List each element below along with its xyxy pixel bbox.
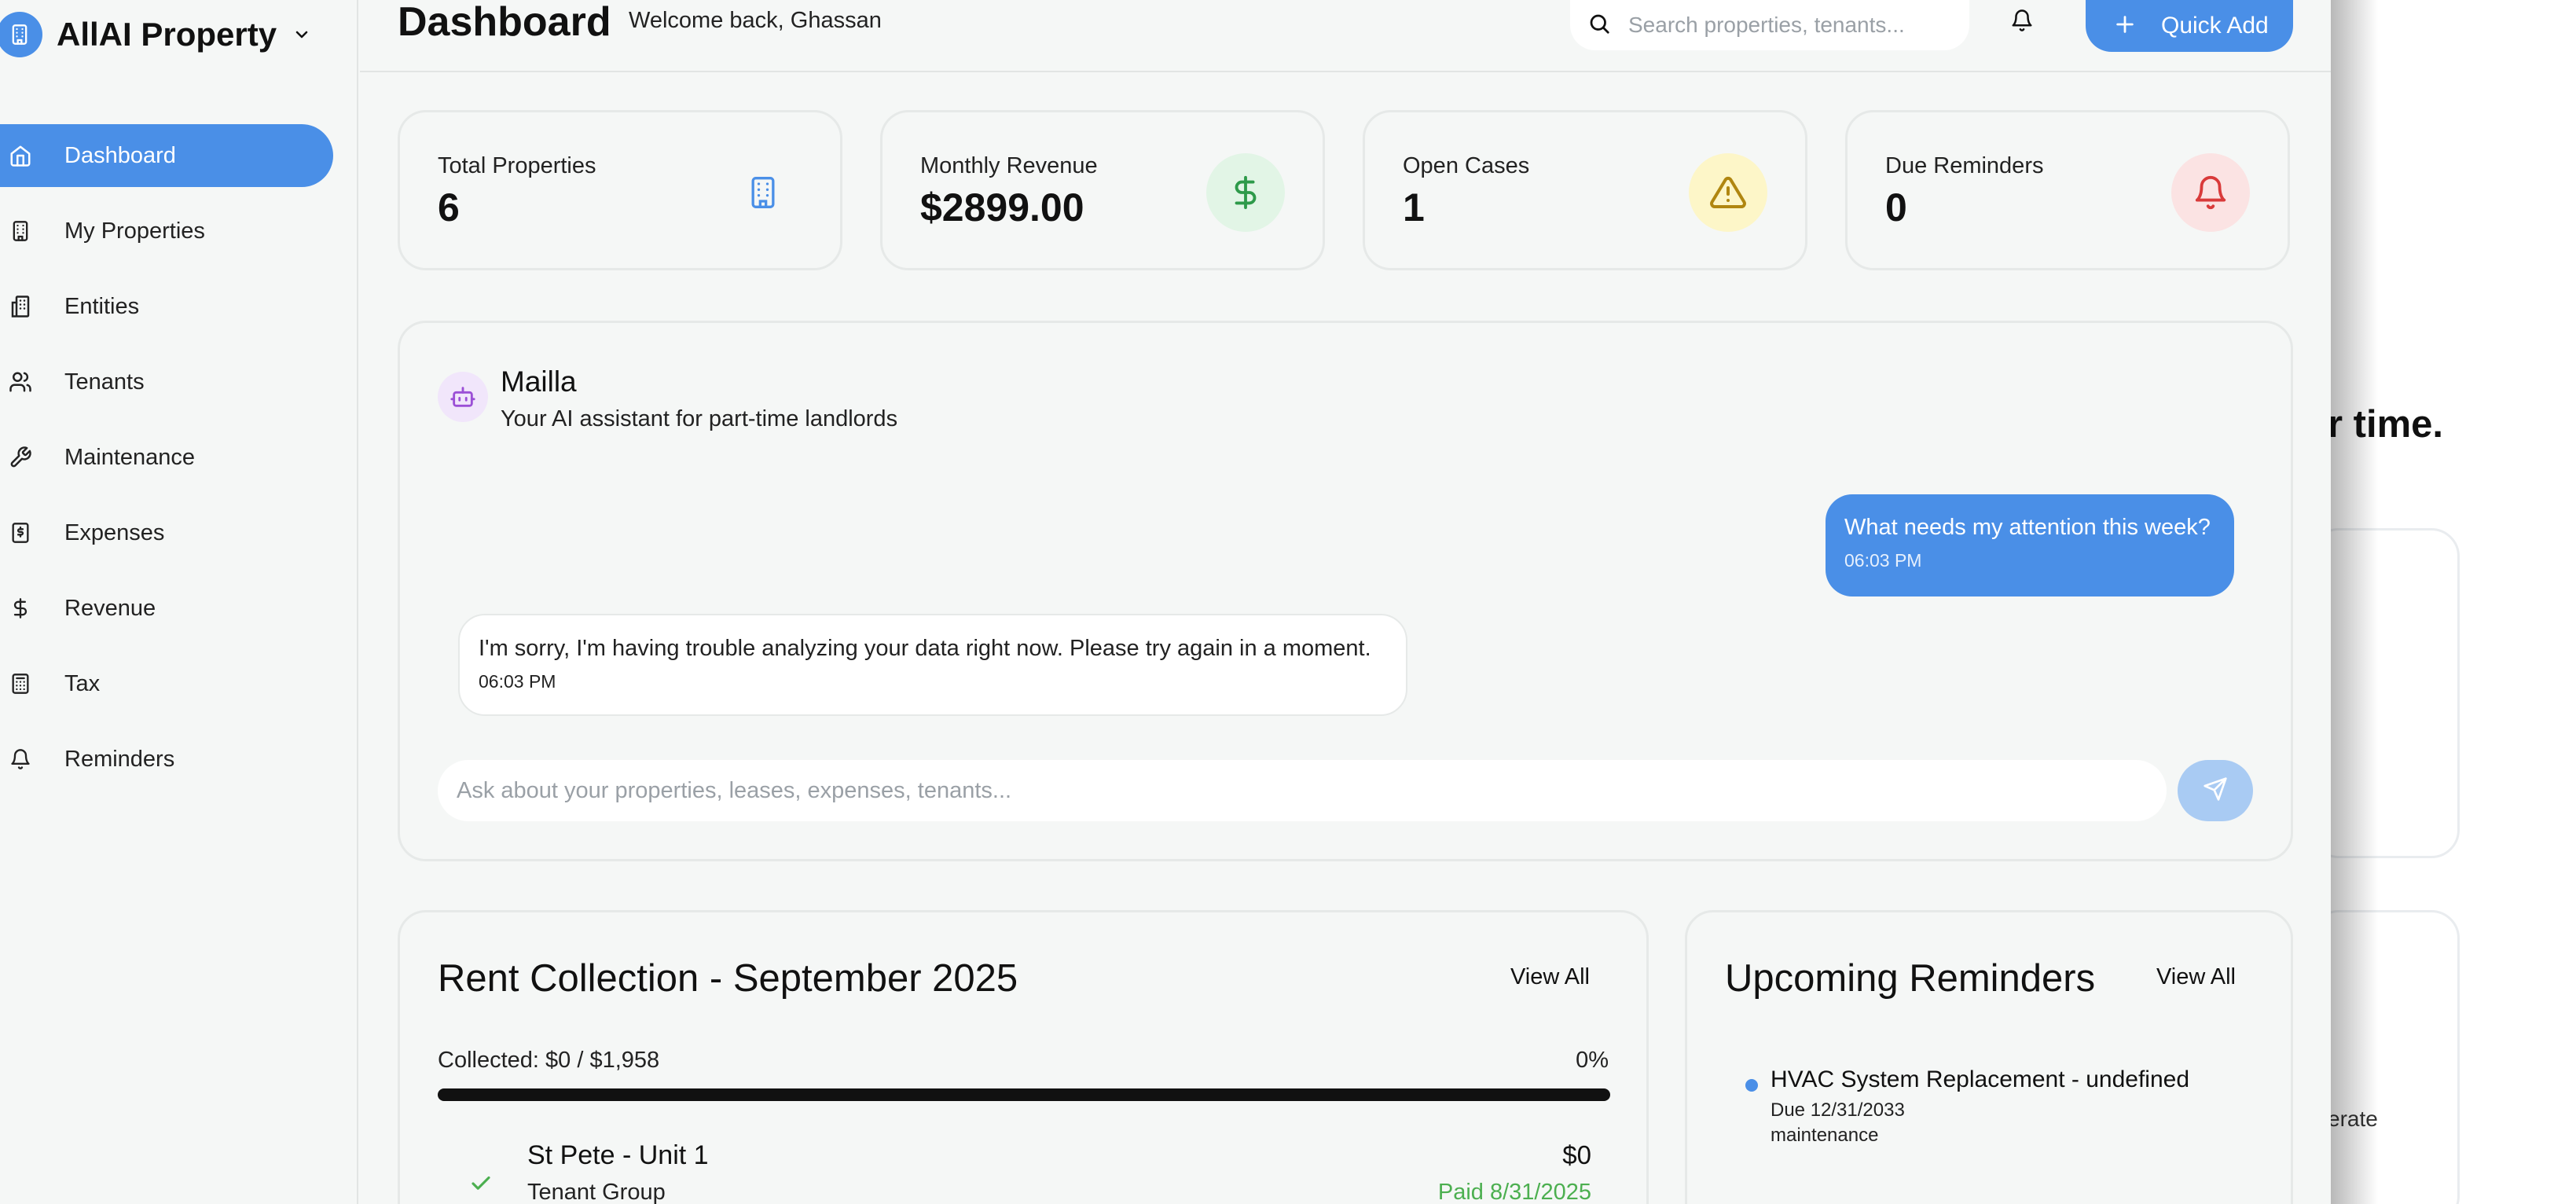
top-header: Dashboard Welcome back, Ghassan Search p… xyxy=(360,0,2331,72)
users-icon xyxy=(6,368,35,396)
sidebar-item-label: Tenants xyxy=(64,369,145,395)
dollar-icon xyxy=(6,594,35,622)
search-input[interactable]: Search properties, tenants... xyxy=(1570,0,1969,50)
collected-text: Collected: $0 / $1,958 xyxy=(438,1048,660,1073)
stat-value: 6 xyxy=(438,185,460,229)
bot-icon xyxy=(438,372,488,422)
notifications-bell-icon[interactable] xyxy=(2010,8,2034,37)
check-icon xyxy=(469,1172,493,1199)
sidebar-item-label: Expenses xyxy=(64,519,165,545)
message-time: 06:03 PM xyxy=(479,671,556,692)
stat-value: $2899.00 xyxy=(920,185,1084,229)
quick-add-label: Quick Add xyxy=(2161,13,2269,39)
sidebar-item-label: Tax xyxy=(64,670,101,696)
wrench-icon xyxy=(6,443,35,472)
sidebar-item-label: Entities xyxy=(64,293,140,319)
building-icon xyxy=(6,217,35,245)
building-icon xyxy=(724,153,802,232)
stat-label: Total Properties xyxy=(438,153,596,178)
building-icon xyxy=(0,12,42,57)
collection-progress-bar xyxy=(438,1088,1610,1101)
message-text: I'm sorry, I'm having trouble analyzing … xyxy=(479,636,1371,661)
sidebar-item-reminders[interactable]: Reminders xyxy=(0,728,333,791)
receipt-icon xyxy=(6,519,35,547)
view-all-link[interactable]: View All xyxy=(2156,964,2236,990)
assistant-name: Mailla xyxy=(501,365,577,398)
search-icon xyxy=(1587,12,1611,39)
stat-value: 1 xyxy=(1403,185,1425,229)
collected-percent: 0% xyxy=(1576,1048,1609,1073)
stat-card-total-properties[interactable]: Total Properties 6 xyxy=(398,110,842,270)
sidebar-item-dashboard[interactable]: Dashboard xyxy=(0,124,333,187)
sidebar-item-tenants[interactable]: Tenants xyxy=(0,351,333,413)
tenant-name: Tenant Group xyxy=(527,1180,666,1204)
unit-name: St Pete - Unit 1 xyxy=(527,1140,709,1170)
quick-add-button[interactable]: Quick Add xyxy=(2086,0,2293,52)
stat-label: Due Reminders xyxy=(1885,153,2044,178)
view-all-link[interactable]: View All xyxy=(1510,964,1590,990)
buildings-icon xyxy=(6,292,35,321)
dollar-icon xyxy=(1206,153,1285,232)
card-title: Rent Collection - September 2025 xyxy=(438,957,1018,1000)
sidebar-item-revenue[interactable]: Revenue xyxy=(0,577,333,640)
sidebar-item-maintenance[interactable]: Maintenance xyxy=(0,426,333,489)
sidebar-item-label: Reminders xyxy=(64,746,175,772)
payment-status: Paid 8/31/2025 xyxy=(1437,1180,1591,1204)
window-shadow xyxy=(2331,0,2378,1204)
card-title: Upcoming Reminders xyxy=(1725,957,2096,1000)
assistant-subtitle: Your AI assistant for part-time landlord… xyxy=(501,406,898,431)
reminder-due: Due 12/31/2033 xyxy=(1771,1099,1905,1121)
stat-label: Open Cases xyxy=(1403,153,1530,178)
reminder-dot xyxy=(1745,1079,1758,1092)
plus-icon xyxy=(2114,13,2136,39)
app-window: AllAI Property Dashboard My Properties E… xyxy=(0,0,2331,1204)
sidebar-nav: Dashboard My Properties Entities Tenants xyxy=(0,124,338,803)
stat-card-monthly-revenue[interactable]: Monthly Revenue $2899.00 xyxy=(880,110,1325,270)
stat-card-due-reminders[interactable]: Due Reminders 0 xyxy=(1845,110,2290,270)
home-icon xyxy=(6,141,35,170)
rent-collection-card: Rent Collection - September 2025 View Al… xyxy=(398,910,1649,1204)
sidebar-item-label: Revenue xyxy=(64,595,156,621)
stat-value: 0 xyxy=(1885,185,1907,229)
brand-switcher[interactable]: AllAI Property xyxy=(0,9,311,60)
bell-icon xyxy=(2171,153,2250,232)
message-time: 06:03 PM xyxy=(1844,550,1922,571)
chat-input[interactable]: Ask about your properties, leases, expen… xyxy=(438,760,2167,821)
sidebar-item-label: My Properties xyxy=(64,218,205,244)
message-text: What needs my attention this week? xyxy=(1844,515,2211,540)
rent-row[interactable]: St Pete - Unit 1 Tenant Group $0 Paid 8/… xyxy=(438,1140,1591,1204)
chevron-down-icon xyxy=(292,25,311,44)
sidebar: AllAI Property Dashboard My Properties E… xyxy=(0,0,358,1204)
search-placeholder: Search properties, tenants... xyxy=(1628,13,1905,37)
calculator-icon xyxy=(6,670,35,698)
sidebar-item-my-properties[interactable]: My Properties xyxy=(0,200,333,262)
user-message: What needs my attention this week? 06:03… xyxy=(1826,494,2234,596)
welcome-text: Welcome back, Ghassan xyxy=(629,8,882,33)
reminder-title: HVAC System Replacement - undefined xyxy=(1771,1066,2190,1092)
send-button[interactable] xyxy=(2178,760,2253,821)
warning-icon xyxy=(1689,153,1767,232)
assistant-panel: Mailla Your AI assistant for part-time l… xyxy=(398,321,2293,861)
page-title: Dashboard xyxy=(398,0,611,45)
sidebar-item-expenses[interactable]: Expenses xyxy=(0,501,333,564)
stat-card-open-cases[interactable]: Open Cases 1 xyxy=(1363,110,1807,270)
send-icon xyxy=(2203,776,2228,806)
sidebar-item-label: Dashboard xyxy=(64,142,176,168)
stat-label: Monthly Revenue xyxy=(920,153,1098,178)
reminder-category: maintenance xyxy=(1771,1125,1879,1146)
sidebar-item-label: Maintenance xyxy=(64,444,196,470)
bot-message: I'm sorry, I'm having trouble analyzing … xyxy=(458,614,1407,716)
sidebar-item-entities[interactable]: Entities xyxy=(0,275,333,338)
bell-icon xyxy=(6,745,35,773)
brand-name: AllAI Property xyxy=(57,16,277,53)
sidebar-item-tax[interactable]: Tax xyxy=(0,652,333,715)
rent-amount: $0 xyxy=(1562,1140,1591,1169)
upcoming-reminders-card: Upcoming Reminders View All HVAC System … xyxy=(1685,910,2293,1204)
